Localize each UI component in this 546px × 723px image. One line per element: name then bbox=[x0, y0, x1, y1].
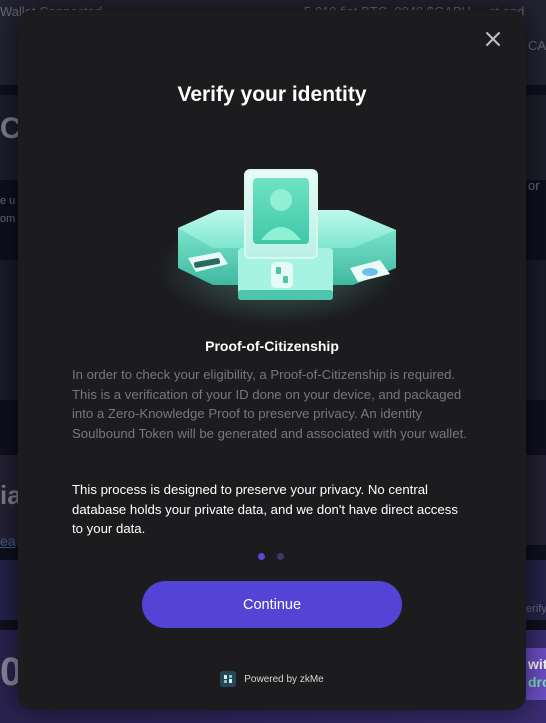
bg-text: om bbox=[0, 213, 16, 225]
bg-text: or bbox=[528, 178, 540, 193]
bg-text: e u bbox=[0, 195, 16, 207]
zkme-logo-icon bbox=[220, 671, 237, 687]
verify-identity-modal: Verify your identity Proof-of-Citizenshi… bbox=[18, 10, 526, 710]
modal-title: Verify your identity bbox=[177, 83, 367, 106]
bg-text: erify bbox=[526, 603, 546, 615]
pagination-dot[interactable] bbox=[277, 553, 284, 560]
close-button[interactable] bbox=[482, 28, 504, 50]
bg-button-label: dro bbox=[528, 674, 546, 690]
pagination-dots bbox=[258, 553, 284, 560]
id-scanner-illustration bbox=[158, 169, 398, 325]
powered-by[interactable]: Powered by zkMe bbox=[18, 671, 526, 687]
bg-label: CA bbox=[528, 38, 546, 53]
privacy-note: This process is designed to preserve you… bbox=[72, 482, 458, 536]
bg-link[interactable]: ea bbox=[0, 533, 16, 549]
pagination-dot-active[interactable] bbox=[258, 553, 265, 560]
description-text: In order to check your eligibility, a Pr… bbox=[72, 367, 467, 441]
section-subtitle: Proof-of-Citizenship bbox=[205, 338, 339, 354]
powered-by-label: Powered by zkMe bbox=[244, 673, 324, 685]
bg-button-label: wit bbox=[528, 656, 546, 672]
close-icon bbox=[486, 32, 500, 46]
continue-button[interactable]: Continue bbox=[142, 581, 402, 628]
